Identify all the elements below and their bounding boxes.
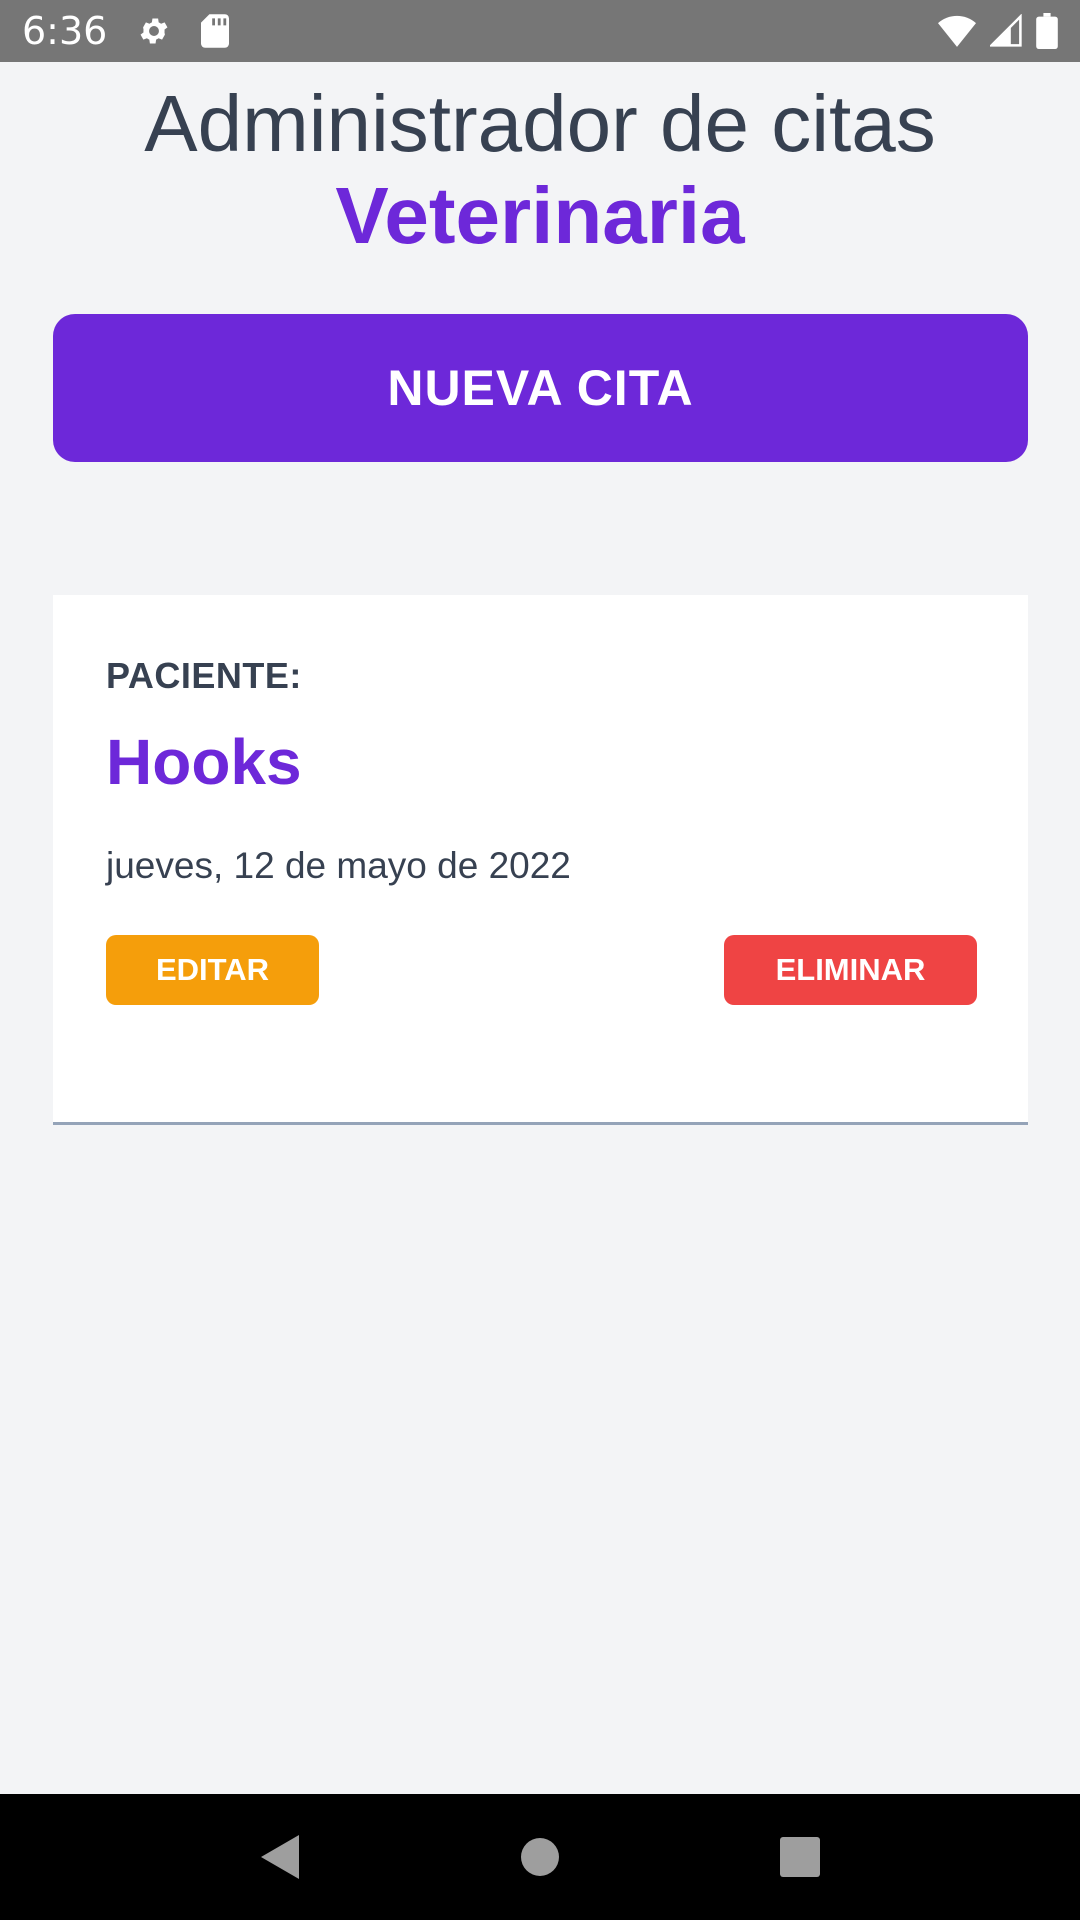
appointment-card: PACIENTE: Hooks jueves, 12 de mayo de 20… bbox=[53, 595, 1028, 1125]
app-content: Administrador de citas Veterinaria NUEVA… bbox=[0, 62, 1080, 1794]
page-subtitle: Veterinaria bbox=[335, 171, 745, 260]
edit-button[interactable]: EDITAR bbox=[106, 935, 319, 1005]
signal-icon bbox=[990, 14, 1022, 48]
patient-name[interactable]: Hooks bbox=[106, 725, 302, 799]
status-right bbox=[938, 13, 1058, 49]
header: Administrador de citas Veterinaria bbox=[0, 62, 1080, 262]
back-icon[interactable] bbox=[240, 1817, 320, 1897]
new-appointment-button[interactable]: NUEVA CITA bbox=[53, 314, 1028, 462]
home-icon[interactable] bbox=[500, 1817, 580, 1897]
patient-label: PACIENTE: bbox=[106, 655, 302, 696]
page-title: Administrador de citas bbox=[144, 79, 936, 168]
appointment-date: jueves, 12 de mayo de 2022 bbox=[106, 845, 571, 886]
sd-card-icon bbox=[201, 14, 230, 48]
status-bar: 6:36 bbox=[0, 0, 1080, 62]
recents-icon[interactable] bbox=[760, 1817, 840, 1897]
battery-icon bbox=[1036, 13, 1058, 49]
status-left: 6:36 bbox=[22, 9, 230, 53]
gear-icon bbox=[137, 14, 171, 48]
navigation-bar bbox=[0, 1794, 1080, 1920]
delete-button[interactable]: ELIMINAR bbox=[724, 935, 977, 1005]
status-time: 6:36 bbox=[22, 9, 108, 53]
wifi-icon bbox=[938, 14, 976, 48]
